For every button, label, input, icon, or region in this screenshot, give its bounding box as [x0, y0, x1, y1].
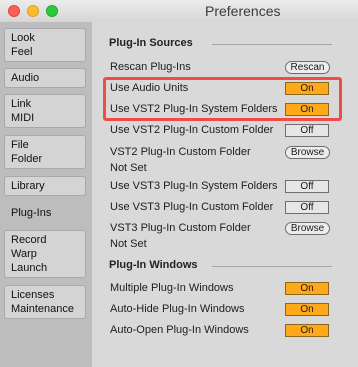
- auto-hide-plugin-windows-toggle[interactable]: On: [285, 303, 329, 316]
- use-audio-units-toggle[interactable]: On: [285, 82, 329, 95]
- tab-record-warp-launch[interactable]: Record Warp Launch: [4, 230, 86, 278]
- tab-label-line: Link: [11, 98, 32, 110]
- use-vst2-system-folders-label: Use VST2 Plug-In System Folders: [110, 103, 278, 115]
- tab-audio[interactable]: Audio: [4, 68, 86, 88]
- use-vst3-system-folders-toggle[interactable]: Off: [285, 180, 329, 193]
- close-window-button[interactable]: [8, 5, 20, 17]
- tab-label-line: Launch: [11, 262, 48, 274]
- vst3-custom-folder-path: Not Set: [110, 238, 147, 250]
- plugins-preferences-panel: Plug-In Sources Rescan Plug-Ins Rescan U…: [92, 22, 358, 367]
- vst3-custom-folder-label: VST3 Plug-In Custom Folder: [110, 222, 251, 234]
- tab-label-line: Plug-Ins: [11, 207, 52, 219]
- tab-label-line: Look: [11, 32, 35, 44]
- rescan-plugins-label: Rescan Plug-Ins: [110, 61, 191, 73]
- vst2-browse-button[interactable]: Browse: [285, 146, 330, 159]
- tab-label-line: Library: [11, 180, 45, 192]
- auto-open-plugin-windows-toggle[interactable]: On: [285, 324, 329, 337]
- section-divider: [212, 44, 332, 45]
- auto-open-plugin-windows-label: Auto-Open Plug-In Windows: [110, 324, 249, 336]
- use-vst3-system-folders-label: Use VST3 Plug-In System Folders: [110, 180, 278, 192]
- vst3-browse-button[interactable]: Browse: [285, 222, 330, 235]
- section-divider: [212, 266, 332, 267]
- vst2-custom-folder-label: VST2 Plug-In Custom Folder: [110, 146, 251, 158]
- tab-label-line: Folder: [11, 153, 43, 165]
- tab-library[interactable]: Library: [4, 176, 86, 196]
- tab-licenses-maintenance[interactable]: Licenses Maintenance: [4, 285, 86, 319]
- auto-hide-plugin-windows-label: Auto-Hide Plug-In Windows: [110, 303, 245, 315]
- use-vst2-custom-folder-label: Use VST2 Plug-In Custom Folder: [110, 124, 274, 136]
- tab-link-midi[interactable]: Link MIDI: [4, 94, 86, 128]
- title-bar: Preferences: [0, 0, 358, 23]
- multiple-plugin-windows-toggle[interactable]: On: [285, 282, 329, 295]
- tab-file-folder[interactable]: File Folder: [4, 135, 86, 169]
- tab-label-line: Feel: [11, 46, 33, 58]
- zoom-window-button[interactable]: [46, 5, 58, 17]
- multiple-plugin-windows-label: Multiple Plug-In Windows: [110, 282, 234, 294]
- use-vst3-custom-folder-label: Use VST3 Plug-In Custom Folder: [110, 201, 274, 213]
- tab-label-line: Record: [11, 234, 47, 246]
- preferences-sidebar: Look Feel Audio Link MIDI File Folder Li…: [0, 22, 92, 367]
- section-title-plugin-sources: Plug-In Sources: [109, 37, 193, 49]
- vst2-custom-folder-path: Not Set: [110, 162, 147, 174]
- tab-label-line: Licenses: [11, 289, 55, 301]
- tab-look-feel[interactable]: Look Feel: [4, 28, 86, 62]
- use-vst2-system-folders-toggle[interactable]: On: [285, 103, 329, 116]
- rescan-button[interactable]: Rescan: [285, 61, 330, 74]
- tab-label-line: Warp: [11, 248, 37, 260]
- use-vst2-custom-folder-toggle[interactable]: Off: [285, 124, 329, 137]
- use-audio-units-label: Use Audio Units: [110, 82, 189, 94]
- tab-label-line: Audio: [11, 72, 40, 84]
- tab-plug-ins[interactable]: Plug-Ins: [4, 203, 86, 223]
- use-vst3-custom-folder-toggle[interactable]: Off: [285, 201, 329, 214]
- tab-label-line: File: [11, 139, 29, 151]
- tab-label-line: Maintenance: [11, 303, 74, 315]
- window-title: Preferences: [205, 3, 281, 19]
- minimize-window-button[interactable]: [27, 5, 39, 17]
- tab-label-line: MIDI: [11, 112, 35, 124]
- section-title-plugin-windows: Plug-In Windows: [109, 259, 198, 271]
